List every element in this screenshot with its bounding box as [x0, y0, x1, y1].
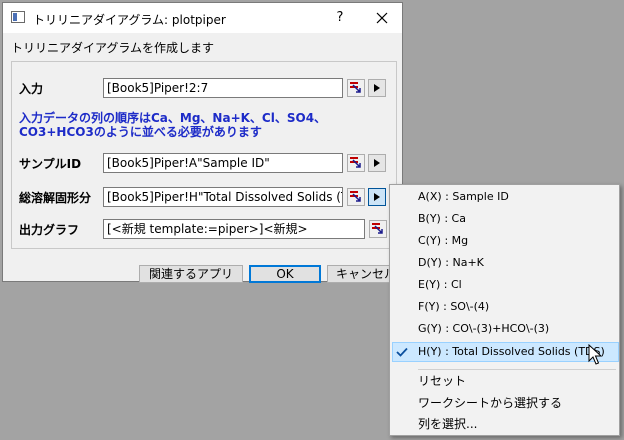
input-label: 入力 [19, 82, 44, 96]
dialog-description: トリリニアダイアグラムを作成します [11, 41, 215, 55]
column-select-menu: A(X) : Sample ID B(Y) : Ca C(Y) : Mg D(Y… [389, 184, 620, 436]
output-graph-label: 出力グラフ [19, 223, 80, 237]
menu-item-column-d[interactable]: D(Y) : Na+K [418, 253, 484, 273]
input-range-field[interactable]: [Book5]Piper!2:7 [103, 78, 343, 98]
checkmark-icon [396, 347, 408, 357]
menu-separator [418, 369, 616, 370]
menu-item-column-a[interactable]: A(X) : Sample ID [418, 187, 509, 207]
menu-item-select-from-worksheet[interactable]: ワークシートから選択する [418, 393, 562, 413]
menu-item-column-e[interactable]: E(Y) : Cl [418, 275, 462, 295]
app-window-icon [11, 11, 25, 23]
output-graph-field[interactable]: [<新規 template:=piper>]<新規> [103, 219, 365, 239]
tds-label: 総溶解固形分 [19, 191, 92, 205]
help-button[interactable]: ? [325, 6, 355, 30]
sample-id-label: サンプルID [19, 157, 82, 171]
title-bar: トリリニアダイアグラム: plotpiper ? [3, 3, 402, 33]
triangle-right-icon [374, 193, 380, 201]
select-range-icon [350, 191, 361, 202]
triangle-right-icon [374, 159, 380, 167]
column-order-note: 入力データの列の順序はCa、Mg、Na+K、Cl、SO4、 CO3+HCO3のよ… [19, 111, 326, 139]
close-icon [376, 12, 388, 24]
sample-id-menu-button[interactable] [368, 154, 386, 172]
mouse-cursor-icon [588, 344, 602, 365]
menu-item-column-g[interactable]: G(Y) : CO\-(3)+HCO\-(3) [418, 319, 549, 339]
menu-item-reset[interactable]: リセット [418, 371, 466, 391]
menu-item-column-b[interactable]: B(Y) : Ca [418, 209, 466, 229]
input-menu-button[interactable] [368, 79, 386, 97]
menu-item-column-f[interactable]: F(Y) : SO\-(4) [418, 297, 489, 317]
select-range-icon [350, 82, 361, 93]
plotpiper-dialog: トリリニアダイアグラム: plotpiper ? トリリニアダイアグラムを作成し… [2, 2, 403, 283]
tds-field[interactable]: [Book5]Piper!H"Total Dissolved Solids (T… [103, 187, 343, 207]
menu-item-column-c[interactable]: C(Y) : Mg [418, 231, 468, 251]
sample-id-select-range-button[interactable] [347, 154, 365, 172]
menu-item-select-columns[interactable]: 列を選択... [418, 415, 477, 433]
sample-id-field[interactable]: [Book5]Piper!A"Sample ID" [103, 153, 343, 173]
select-range-icon [350, 157, 361, 168]
dialog-title: トリリニアダイアグラム: plotpiper [33, 13, 226, 27]
close-button[interactable] [365, 6, 399, 30]
input-select-range-button[interactable] [347, 79, 365, 97]
triangle-right-icon [374, 84, 380, 92]
related-apps-button[interactable]: 関連するアプリ [139, 265, 243, 283]
note-line-1: 入力データの列の順序はCa、Mg、Na+K、Cl、SO4、 [19, 111, 327, 125]
note-line-2: CO3+HCO3のように並べる必要があります [19, 125, 262, 139]
tds-menu-button[interactable] [368, 188, 386, 206]
output-select-button[interactable] [369, 220, 387, 238]
select-range-icon [372, 223, 383, 234]
ok-button[interactable]: OK [249, 265, 321, 283]
menu-item-column-h[interactable]: H(Y) : Total Dissolved Solids (TDS) [418, 342, 605, 362]
tds-select-range-button[interactable] [347, 188, 365, 206]
